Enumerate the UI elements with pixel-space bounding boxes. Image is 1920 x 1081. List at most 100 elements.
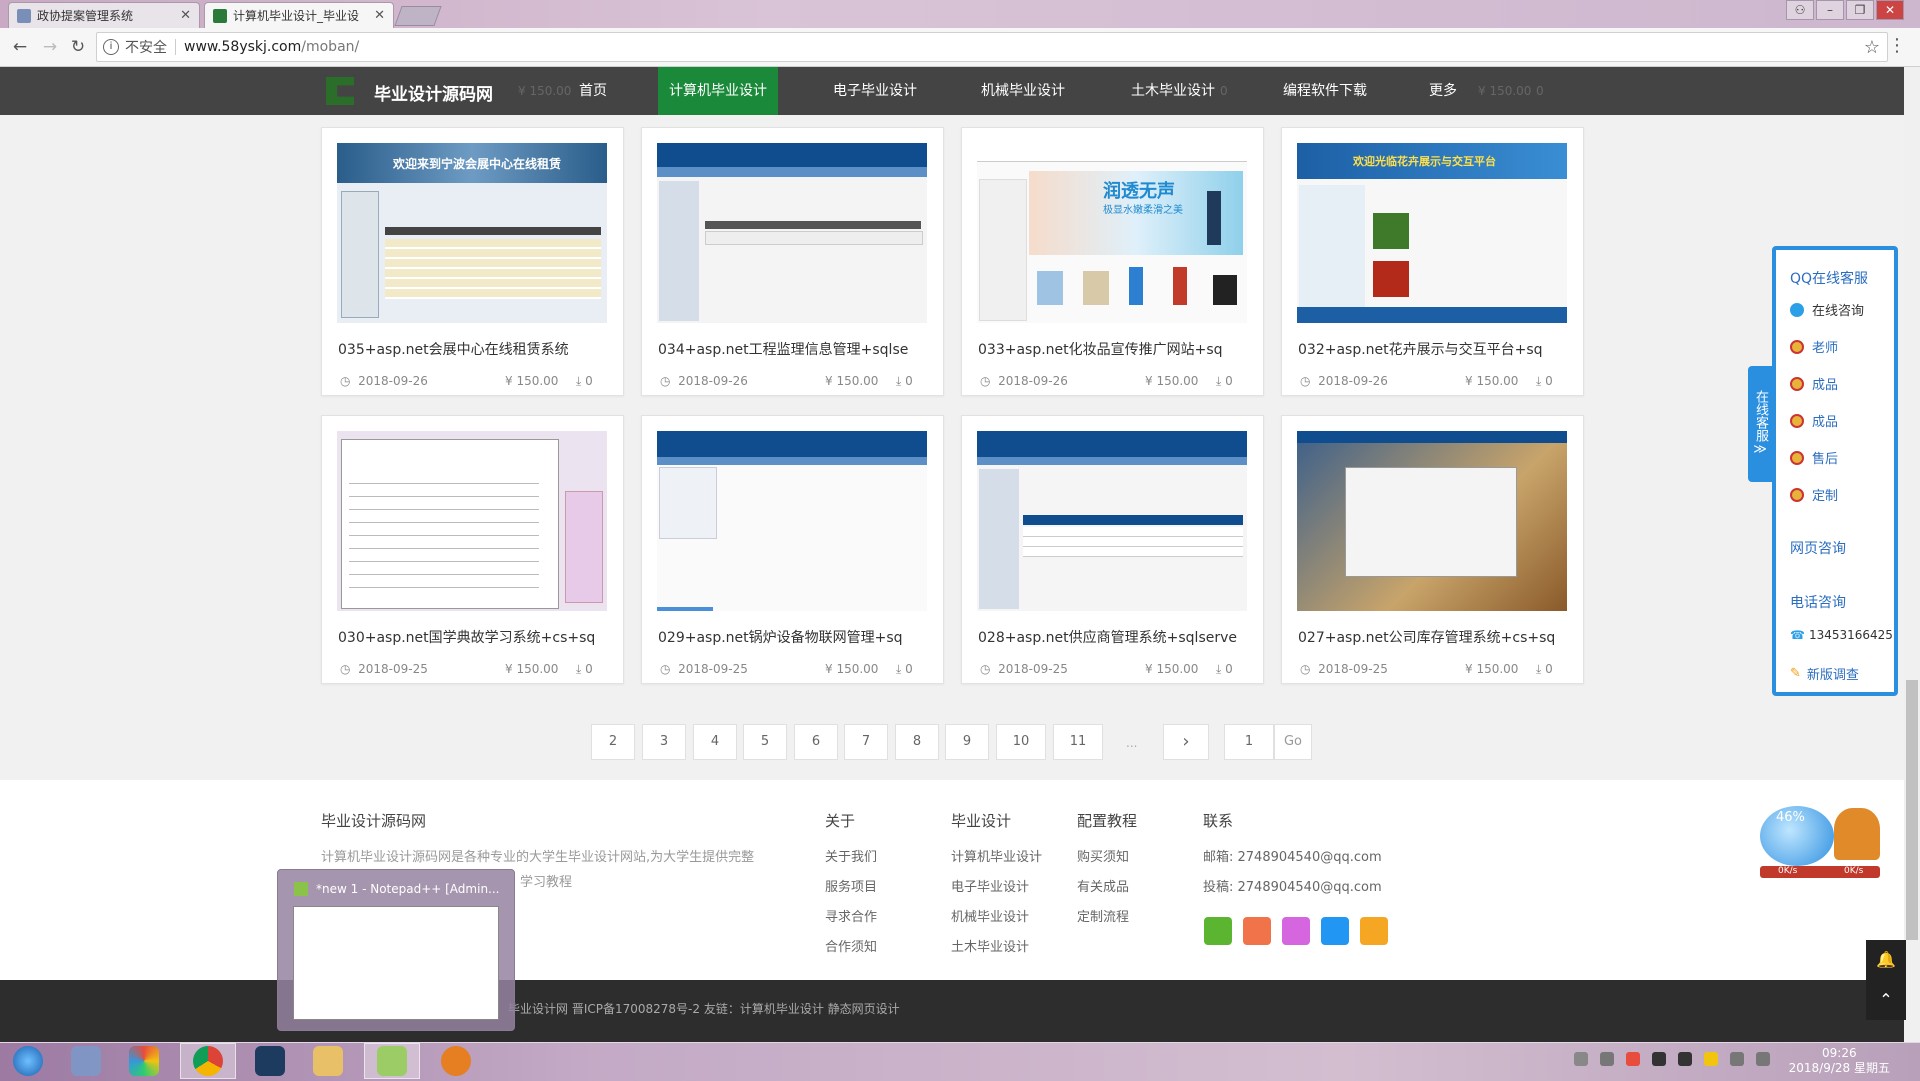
tray-icon[interactable] bbox=[1626, 1052, 1640, 1066]
network-icon[interactable] bbox=[1730, 1052, 1744, 1066]
close-icon[interactable]: ✕ bbox=[180, 8, 191, 23]
footer-link[interactable]: 关于我们 bbox=[825, 846, 877, 865]
start-button[interactable] bbox=[0, 1043, 56, 1079]
taskbar-app[interactable] bbox=[58, 1043, 114, 1079]
nav-electronic[interactable]: 电子毕业设计 bbox=[820, 67, 930, 115]
product-title[interactable]: 028+asp.net供应商管理系统+sqlserve bbox=[978, 627, 1237, 647]
close-icon[interactable]: ✕ bbox=[374, 8, 385, 23]
footer-link[interactable]: 土木毕业设计 bbox=[951, 936, 1029, 955]
maximize-icon[interactable]: ❐ bbox=[1846, 0, 1874, 20]
page-11[interactable]: 11 bbox=[1053, 724, 1103, 760]
taskbar-chrome[interactable] bbox=[180, 1043, 236, 1079]
page-2[interactable]: 2 bbox=[591, 724, 635, 760]
reload-icon[interactable]: ↻ bbox=[68, 37, 88, 57]
tray-icon[interactable] bbox=[1600, 1052, 1614, 1066]
agent-custom[interactable]: 定制 bbox=[1790, 485, 1838, 504]
product-thumbnail[interactable] bbox=[337, 431, 607, 611]
product-title[interactable]: 029+asp.net锅炉设备物联网管理+sq bbox=[658, 627, 903, 647]
agent-products-2[interactable]: 成品 bbox=[1790, 411, 1838, 430]
product-card[interactable]: 029+asp.net锅炉设备物联网管理+sq ◷ 2018-09-25 ¥ 15… bbox=[641, 415, 944, 684]
nav-home[interactable]: 首页 bbox=[565, 67, 621, 115]
page-7[interactable]: 7 bbox=[844, 724, 888, 760]
footer-link[interactable]: 寻求合作 bbox=[825, 906, 877, 925]
footer-link[interactable]: 计算机毕业设计 bbox=[951, 846, 1042, 865]
info-icon[interactable]: i bbox=[103, 39, 119, 55]
product-title[interactable]: 032+asp.net花卉展示与交互平台+sq bbox=[1298, 339, 1543, 359]
nav-mechanical[interactable]: 机械毕业设计 bbox=[968, 67, 1078, 115]
product-card[interactable]: 027+asp.net公司库存管理系统+cs+sq ◷ 2018-09-25 ¥ … bbox=[1281, 415, 1584, 684]
close-window-icon[interactable]: ✕ bbox=[1876, 0, 1904, 20]
minimize-icon[interactable]: – bbox=[1816, 0, 1844, 20]
footer-link[interactable]: 定制流程 bbox=[1077, 906, 1129, 925]
next-page-button[interactable]: › bbox=[1163, 724, 1209, 760]
nav-civil[interactable]: 土木毕业设计 bbox=[1118, 67, 1228, 115]
taskbar-explorer[interactable] bbox=[300, 1043, 356, 1079]
weibo-icon[interactable] bbox=[1204, 917, 1232, 945]
footer-link[interactable]: 合作须知 bbox=[825, 936, 877, 955]
volume-icon[interactable] bbox=[1756, 1052, 1770, 1066]
back-icon[interactable]: ← bbox=[10, 37, 30, 57]
product-card[interactable]: 028+asp.net供应商管理系统+sqlserve ◷ 2018-09-25… bbox=[961, 415, 1264, 684]
product-thumbnail[interactable]: 欢迎光临花卉展示与交互平台 bbox=[1297, 143, 1567, 323]
page-4[interactable]: 4 bbox=[693, 724, 737, 760]
pinterest-icon[interactable] bbox=[1243, 917, 1271, 945]
page-8[interactable]: 8 bbox=[895, 724, 939, 760]
page-9[interactable]: 9 bbox=[945, 724, 989, 760]
tray-icon[interactable] bbox=[1574, 1052, 1588, 1066]
footer-link[interactable]: 服务项目 bbox=[825, 876, 877, 895]
bookmark-star-icon[interactable]: ☆ bbox=[1864, 37, 1880, 58]
agent-teacher[interactable]: 老师 bbox=[1790, 337, 1838, 356]
agent-after-sales[interactable]: 售后 bbox=[1790, 448, 1838, 467]
new-tab-button[interactable] bbox=[394, 6, 442, 26]
taskbar-app[interactable] bbox=[242, 1043, 298, 1079]
product-thumbnail[interactable] bbox=[1297, 431, 1567, 611]
goto-page-input[interactable]: 1 bbox=[1224, 724, 1274, 760]
footer-link[interactable]: 电子毕业设计 bbox=[951, 876, 1029, 895]
taskbar-preview-notepad[interactable]: *new 1 - Notepad++ [Admin... bbox=[277, 869, 515, 1031]
nav-software[interactable]: 编程软件下载 bbox=[1270, 67, 1380, 115]
tray-icon[interactable] bbox=[1704, 1052, 1718, 1066]
user-icon[interactable]: ⚇ bbox=[1786, 0, 1814, 20]
network-speed-widget[interactable]: 46% 0K/s 0K/s bbox=[1754, 802, 1884, 878]
product-thumbnail[interactable]: 欢迎来到宁波会展中心在线租赁 bbox=[337, 143, 607, 323]
product-title[interactable]: 035+asp.net会展中心在线租赁系统 bbox=[338, 339, 569, 359]
product-card[interactable]: 030+asp.net国学典故学习系统+cs+sq ◷ 2018-09-25 ¥ … bbox=[321, 415, 624, 684]
menu-icon[interactable]: ⋮ bbox=[1888, 35, 1906, 56]
qq-icon[interactable] bbox=[1282, 917, 1310, 945]
product-thumbnail[interactable] bbox=[977, 431, 1247, 611]
site-logo-text[interactable]: 毕业设计源码网 bbox=[374, 80, 493, 105]
page-10[interactable]: 10 bbox=[996, 724, 1046, 760]
nav-computer[interactable]: 计算机毕业设计 bbox=[658, 67, 778, 115]
taskbar-app[interactable] bbox=[428, 1043, 484, 1079]
taskbar-notepad[interactable] bbox=[364, 1043, 420, 1079]
forward-icon[interactable]: → bbox=[40, 37, 60, 57]
product-title[interactable]: 027+asp.net公司库存管理系统+cs+sq bbox=[1298, 627, 1555, 647]
tab-1[interactable]: 政协提案管理系统 ✕ bbox=[8, 2, 200, 28]
wechat-icon[interactable] bbox=[1360, 917, 1388, 945]
product-title[interactable]: 034+asp.net工程监理信息管理+sqlse bbox=[658, 339, 908, 359]
taskbar-app[interactable] bbox=[116, 1043, 172, 1079]
product-card[interactable]: 034+asp.net工程监理信息管理+sqlse ◷ 2018-09-26 ¥ … bbox=[641, 127, 944, 396]
product-thumbnail[interactable]: 润透无声 极显水嫩柔滑之美 bbox=[977, 143, 1247, 323]
nav-more[interactable]: 更多 bbox=[1418, 67, 1468, 115]
product-title[interactable]: 033+asp.net化妆品宣传推广网站+sq bbox=[978, 339, 1223, 359]
survey-link[interactable]: ✎ 新版调查 bbox=[1790, 664, 1859, 683]
qq-tray-icon[interactable] bbox=[1652, 1052, 1666, 1066]
web-consult-link[interactable]: 网页咨询 bbox=[1790, 538, 1846, 558]
page-3[interactable]: 3 bbox=[642, 724, 686, 760]
agent-products[interactable]: 成品 bbox=[1790, 374, 1838, 393]
product-card[interactable]: 欢迎光临花卉展示与交互平台 032+asp.net花卉展示与交互平台+sq ◷ … bbox=[1281, 127, 1584, 396]
footer-link[interactable]: 机械毕业设计 bbox=[951, 906, 1029, 925]
product-thumbnail[interactable] bbox=[657, 431, 927, 611]
back-to-top-button[interactable]: ⌃ bbox=[1866, 980, 1906, 1020]
rss-icon[interactable] bbox=[1321, 917, 1349, 945]
qq-float-button[interactable]: 🔔 bbox=[1866, 940, 1906, 980]
product-card[interactable]: 欢迎来到宁波会展中心在线租赁 035+asp.net会展中心在线租赁系统 ◷ 2… bbox=[321, 127, 624, 396]
scrollbar-thumb[interactable] bbox=[1906, 680, 1918, 940]
address-bar[interactable]: i 不安全 www.58yskj.com /moban/ bbox=[96, 32, 1888, 62]
online-service-tab[interactable]: 在线客服 ≫ bbox=[1748, 366, 1772, 482]
page-6[interactable]: 6 bbox=[794, 724, 838, 760]
system-clock[interactable]: 09:26 2018/9/28 星期五 bbox=[1789, 1046, 1890, 1076]
product-thumbnail[interactable] bbox=[657, 143, 927, 323]
tab-2[interactable]: 计算机毕业设计_毕业设 ✕ bbox=[204, 2, 394, 28]
